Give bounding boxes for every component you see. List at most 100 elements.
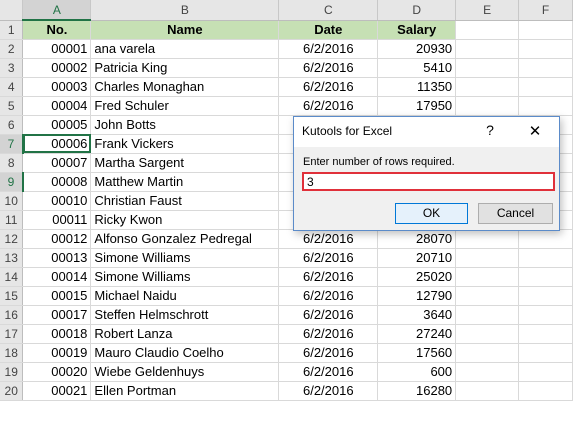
column-header-e[interactable]: E [455, 0, 520, 21]
cell-name[interactable]: Wiebe Geldenhuys [90, 362, 280, 382]
cell-name[interactable]: Mauro Claudio Coelho [90, 343, 280, 363]
row-header[interactable]: 5 [0, 96, 24, 116]
cell-f[interactable] [518, 362, 573, 382]
cell-name[interactable]: Patricia King [90, 58, 280, 78]
cell-salary[interactable]: 5410 [377, 58, 457, 78]
cell-f[interactable] [518, 96, 573, 116]
row-header[interactable]: 10 [0, 191, 24, 211]
cell-e[interactable] [455, 229, 520, 249]
cell-date[interactable]: 6/2/2016 [278, 229, 379, 249]
row-header[interactable]: 12 [0, 229, 24, 249]
cell-no[interactable]: 00006 [22, 134, 92, 154]
cell-f[interactable] [518, 305, 573, 325]
cell-salary[interactable]: 3640 [377, 305, 457, 325]
cell-name[interactable]: John Botts [90, 115, 280, 135]
cell-f[interactable] [518, 20, 573, 40]
row-header[interactable]: 19 [0, 362, 24, 382]
cell-salary[interactable]: 12790 [377, 286, 457, 306]
row-header[interactable]: 15 [0, 286, 24, 306]
row-header[interactable]: 20 [0, 381, 24, 401]
cell-name[interactable]: Ricky Kwon [90, 210, 280, 230]
column-header-f[interactable]: F [518, 0, 573, 21]
cell-f[interactable] [518, 77, 573, 97]
cell-name[interactable]: Steffen Helmschrott [90, 305, 280, 325]
cell-no[interactable]: 00002 [22, 58, 92, 78]
row-header[interactable]: 18 [0, 343, 24, 363]
cell-no[interactable]: 00007 [22, 153, 92, 173]
header-cell-no[interactable]: No. [22, 20, 92, 40]
cell-name[interactable]: Ellen Portman [90, 381, 280, 401]
cell-e[interactable] [455, 58, 520, 78]
header-cell-date[interactable]: Date [278, 20, 379, 40]
cell-salary[interactable]: 17950 [377, 96, 457, 116]
row-header[interactable]: 11 [0, 210, 24, 230]
cell-date[interactable]: 6/2/2016 [278, 343, 379, 363]
cell-date[interactable]: 6/2/2016 [278, 96, 379, 116]
cell-date[interactable]: 6/2/2016 [278, 77, 379, 97]
column-header-c[interactable]: C [278, 0, 379, 21]
row-header[interactable]: 13 [0, 248, 24, 268]
row-header[interactable]: 6 [0, 115, 24, 135]
cell-f[interactable] [518, 286, 573, 306]
cell-f[interactable] [518, 248, 573, 268]
cell-salary[interactable]: 16280 [377, 381, 457, 401]
cell-no[interactable]: 00012 [22, 229, 92, 249]
cell-name[interactable]: Frank Vickers [90, 134, 280, 154]
cell-no[interactable]: 00013 [22, 248, 92, 268]
cell-e[interactable] [455, 39, 520, 59]
row-header[interactable]: 2 [0, 39, 24, 59]
cell-e[interactable] [455, 77, 520, 97]
help-icon[interactable]: ? [482, 122, 498, 138]
cell-date[interactable]: 6/2/2016 [278, 286, 379, 306]
cell-e[interactable] [455, 362, 520, 382]
cell-name[interactable]: Simone Williams [90, 248, 280, 268]
cell-salary[interactable]: 20710 [377, 248, 457, 268]
cell-date[interactable]: 6/2/2016 [278, 362, 379, 382]
cell-date[interactable]: 6/2/2016 [278, 305, 379, 325]
cell-e[interactable] [455, 305, 520, 325]
header-cell-salary[interactable]: Salary [377, 20, 457, 40]
row-header[interactable]: 14 [0, 267, 24, 287]
cell-name[interactable]: Alfonso Gonzalez Pedregal [90, 229, 280, 249]
cell-name[interactable]: Robert Lanza [90, 324, 280, 344]
cell-f[interactable] [518, 229, 573, 249]
cell-e[interactable] [455, 286, 520, 306]
cell-no[interactable]: 00011 [22, 210, 92, 230]
cell-no[interactable]: 00004 [22, 96, 92, 116]
cell-e[interactable] [455, 324, 520, 344]
cell-salary[interactable]: 11350 [377, 77, 457, 97]
cell-salary[interactable]: 20930 [377, 39, 457, 59]
cell-e[interactable] [455, 381, 520, 401]
cell-salary[interactable]: 27240 [377, 324, 457, 344]
cell-e[interactable] [455, 343, 520, 363]
cell-name[interactable]: Fred Schuler [90, 96, 280, 116]
column-header-b[interactable]: B [90, 0, 280, 21]
cell-salary[interactable]: 25020 [377, 267, 457, 287]
cell-no[interactable]: 00020 [22, 362, 92, 382]
cell-f[interactable] [518, 267, 573, 287]
cell-no[interactable]: 00010 [22, 191, 92, 211]
row-header[interactable]: 7 [0, 134, 24, 154]
cell-no[interactable]: 00008 [22, 172, 92, 192]
row-header[interactable]: 16 [0, 305, 24, 325]
cell-f[interactable] [518, 343, 573, 363]
cell-name[interactable]: Christian Faust [90, 191, 280, 211]
cell-salary[interactable]: 28070 [377, 229, 457, 249]
cell-name[interactable]: Matthew Martin [90, 172, 280, 192]
cell-no[interactable]: 00001 [22, 39, 92, 59]
cell-name[interactable]: Simone Williams [90, 267, 280, 287]
cell-no[interactable]: 00015 [22, 286, 92, 306]
column-header-a[interactable]: A [22, 0, 92, 21]
corner-cell[interactable] [0, 0, 24, 21]
cell-name[interactable]: Michael Naidu [90, 286, 280, 306]
cell-date[interactable]: 6/2/2016 [278, 58, 379, 78]
cell-date[interactable]: 6/2/2016 [278, 248, 379, 268]
row-header[interactable]: 17 [0, 324, 24, 344]
cell-name[interactable]: Charles Monaghan [90, 77, 280, 97]
cell-no[interactable]: 00021 [22, 381, 92, 401]
cell-salary[interactable]: 600 [377, 362, 457, 382]
cell-f[interactable] [518, 58, 573, 78]
column-header-d[interactable]: D [377, 0, 457, 21]
cell-no[interactable]: 00017 [22, 305, 92, 325]
cell-e[interactable] [455, 20, 520, 40]
